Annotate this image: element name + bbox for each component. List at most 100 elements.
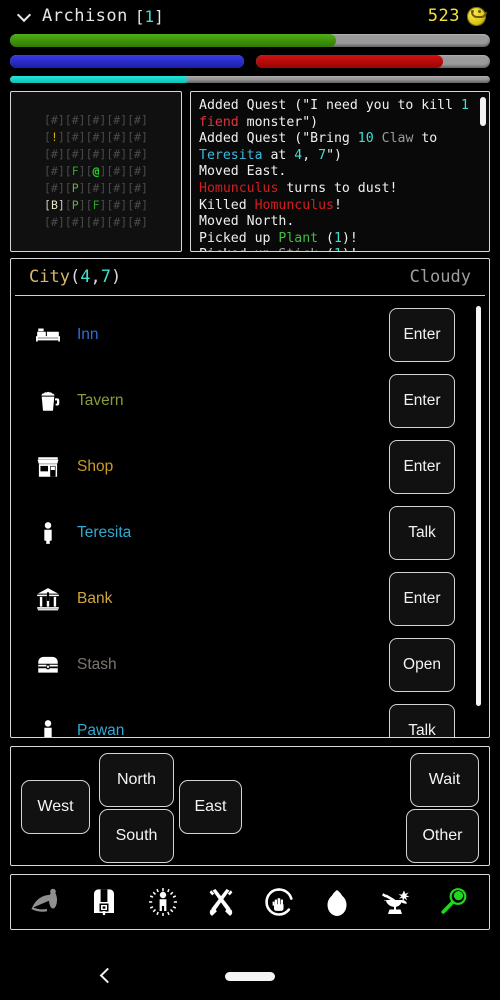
city-list-item-action-button[interactable]: Enter bbox=[389, 572, 455, 626]
stamina-bar bbox=[256, 55, 490, 68]
map-cell: P bbox=[71, 181, 79, 195]
city-list-item-action-button[interactable]: Talk bbox=[389, 506, 455, 560]
log-text: at bbox=[262, 147, 295, 163]
person-icon bbox=[31, 520, 65, 546]
log-text: Added Quest ("I need you to kill bbox=[199, 98, 462, 113]
map-cell: ! bbox=[50, 130, 58, 144]
map-cell: [#] bbox=[64, 130, 86, 144]
city-list-item[interactable]: Inn Enter bbox=[11, 302, 489, 368]
log-text: ! bbox=[333, 197, 342, 213]
log-text: Picked up bbox=[199, 230, 279, 246]
journey-icon[interactable] bbox=[23, 880, 69, 924]
game-screen: Archison [ 1 ] 523 [#][#][#][#][#] [!][#… bbox=[0, 0, 500, 1000]
map-cell: [#] bbox=[44, 181, 65, 195]
city-list-item[interactable]: Bank Enter bbox=[11, 566, 489, 632]
log-text: Picked up bbox=[199, 247, 278, 251]
anvil-icon[interactable] bbox=[373, 880, 419, 924]
egg-icon[interactable] bbox=[314, 880, 360, 924]
map-cell: [#] bbox=[64, 113, 86, 127]
log-text: Homunculus bbox=[254, 197, 334, 213]
map-row: [#][F][@][#][#] bbox=[44, 163, 148, 180]
city-list-item-action-button[interactable]: Open bbox=[389, 638, 455, 692]
backpack-icon[interactable] bbox=[81, 880, 127, 924]
tools-icon[interactable] bbox=[198, 880, 244, 924]
log-line: Moved North. bbox=[199, 214, 475, 231]
map-cell: ] bbox=[78, 164, 86, 178]
move-south-button[interactable]: South bbox=[99, 809, 174, 863]
map-cell: [ bbox=[44, 130, 51, 144]
log-text: Plant bbox=[278, 230, 319, 246]
log-text: Moved East. bbox=[199, 164, 287, 180]
city-list-item-label: Inn bbox=[77, 326, 99, 343]
level-bracket-open: [ bbox=[134, 6, 145, 26]
map-cell: [#] bbox=[127, 215, 148, 229]
shop-icon bbox=[31, 454, 65, 480]
log-text: turns to dust! bbox=[278, 180, 398, 196]
magic-hand-icon[interactable] bbox=[256, 880, 302, 924]
move-east-button[interactable]: East bbox=[179, 780, 242, 834]
map-cell: ] bbox=[78, 181, 86, 195]
log-text: Killed bbox=[199, 197, 255, 213]
city-header: City ( 4 , 7 ) Cloudy bbox=[15, 259, 485, 296]
character-icon[interactable] bbox=[140, 880, 186, 924]
log-line: Homunculus turns to dust! bbox=[199, 181, 475, 198]
bank-icon bbox=[31, 586, 65, 612]
move-west-button[interactable]: West bbox=[21, 780, 90, 834]
log-text: , bbox=[302, 147, 319, 163]
map-cell: [#] bbox=[106, 113, 128, 127]
map-cell: [#] bbox=[85, 181, 107, 195]
movement-panel: West North South East Wait Other bbox=[10, 746, 490, 866]
event-log-panel[interactable]: Added Quest ("I need you to kill 1 fiend… bbox=[190, 91, 490, 252]
city-list-item-action-button[interactable]: Enter bbox=[389, 308, 455, 362]
map-cell: [ bbox=[64, 198, 72, 212]
map-cell: ] bbox=[57, 130, 65, 144]
city-list-item[interactable]: Tavern Enter bbox=[11, 368, 489, 434]
log-line: Added Quest ("Bring 10 Claw to Teresita … bbox=[199, 131, 475, 164]
top-header: Archison [ 1 ] 523 bbox=[0, 0, 500, 32]
coord-y: 7 bbox=[100, 267, 111, 287]
coord-close: ) bbox=[110, 267, 122, 287]
city-list-item[interactable]: Stash Open bbox=[11, 632, 489, 698]
log-text: ( bbox=[318, 247, 334, 251]
city-list-item-action-button[interactable]: Talk bbox=[389, 704, 455, 737]
city-list-item-action-button[interactable]: Enter bbox=[389, 374, 455, 428]
log-text: Claw bbox=[381, 131, 414, 147]
map-cell: [#] bbox=[127, 181, 148, 195]
map-cell: [#] bbox=[127, 113, 148, 127]
wait-button[interactable]: Wait bbox=[410, 753, 479, 807]
bed-icon bbox=[31, 322, 65, 348]
map-cell: [#] bbox=[64, 147, 86, 161]
other-button[interactable]: Other bbox=[406, 809, 479, 863]
map-cell: [#] bbox=[106, 198, 128, 212]
map-row: [#][#][#][#][#] bbox=[44, 146, 148, 163]
log-text: 1 bbox=[334, 247, 342, 251]
log-scrollbar-thumb[interactable] bbox=[480, 97, 486, 126]
map-cell: [#] bbox=[106, 215, 128, 229]
android-navigation-bar bbox=[0, 954, 500, 1000]
city-title: City bbox=[29, 267, 70, 287]
log-text: 10 bbox=[357, 131, 374, 147]
gold-amount: 523 bbox=[427, 6, 460, 26]
city-scrollbar-thumb[interactable] bbox=[476, 306, 481, 706]
city-list-item[interactable]: Pawan Talk bbox=[11, 698, 489, 737]
city-list-item-action-button[interactable]: Enter bbox=[389, 440, 455, 494]
map-cell: [ bbox=[64, 181, 72, 195]
city-list-item[interactable]: Teresita Talk bbox=[11, 500, 489, 566]
chevron-down-icon[interactable] bbox=[18, 9, 32, 23]
city-list-item[interactable]: Shop Enter bbox=[11, 434, 489, 500]
log-text: Moved North. bbox=[199, 214, 295, 230]
magnifier-icon[interactable] bbox=[431, 880, 477, 924]
move-north-button[interactable]: North bbox=[99, 753, 174, 807]
back-icon[interactable] bbox=[100, 969, 112, 981]
map-cell: F bbox=[92, 198, 100, 212]
map-cell: [#] bbox=[106, 147, 128, 161]
hero-name: Archison bbox=[42, 6, 128, 26]
map-cell: [#] bbox=[127, 164, 148, 178]
map-cell: [#] bbox=[127, 147, 148, 161]
coord-sep: , bbox=[90, 267, 101, 287]
home-pill[interactable] bbox=[225, 972, 275, 981]
mini-map-panel[interactable]: [#][#][#][#][#] [!][#][#][#][#] [#][#][#][… bbox=[10, 91, 182, 252]
map-cell: ] bbox=[57, 198, 65, 212]
log-text: ") bbox=[326, 147, 342, 163]
map-cell: [#] bbox=[44, 215, 65, 229]
